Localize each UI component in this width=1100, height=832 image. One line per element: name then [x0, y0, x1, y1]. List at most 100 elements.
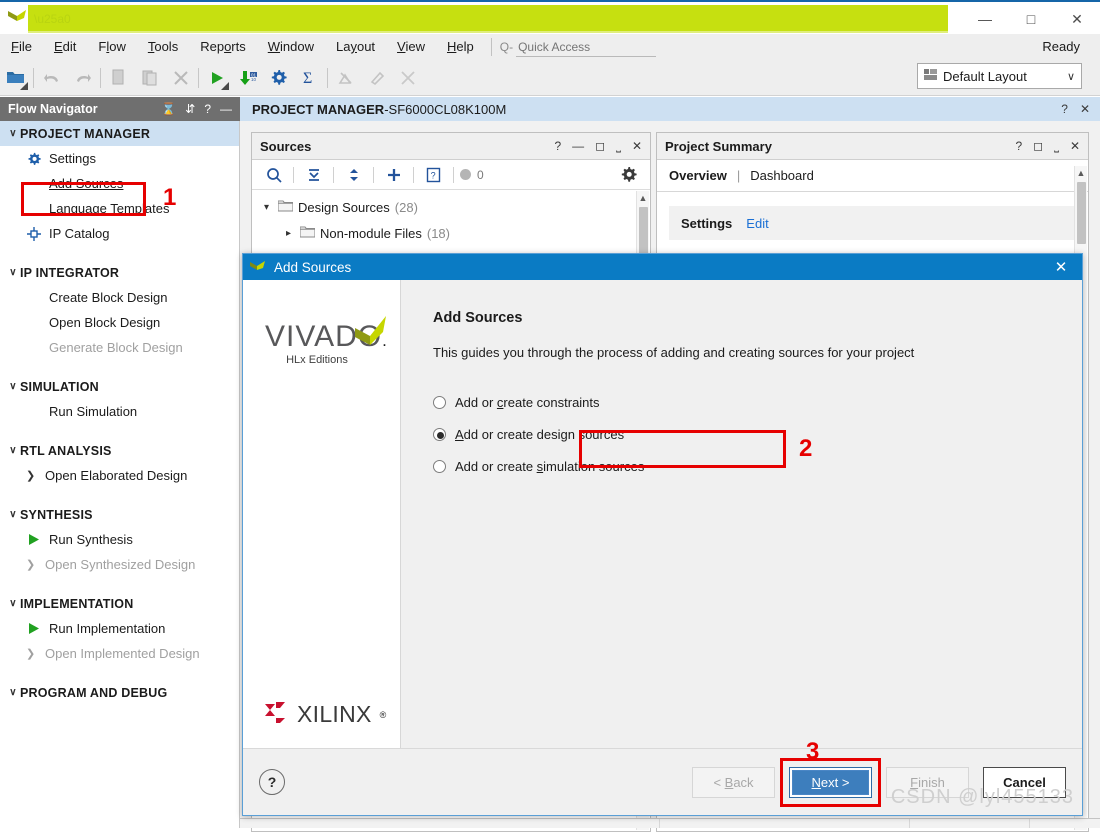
tab-overview[interactable]: Overview: [669, 168, 727, 183]
help-icon[interactable]: ?: [554, 139, 561, 154]
flownav-item-open-block-design[interactable]: Open Block Design: [0, 310, 239, 335]
download-bitstream-icon[interactable]: 01 10: [232, 63, 263, 93]
close-icon[interactable]: ✕: [1070, 139, 1080, 154]
flownav-section-simulation[interactable]: ∨ SIMULATION: [0, 374, 239, 399]
menu-tools[interactable]: Tools: [137, 35, 189, 59]
menu-edit[interactable]: Edit: [43, 35, 87, 59]
help-icon[interactable]: ?: [1015, 139, 1022, 154]
flownav-item-settings[interactable]: Settings: [0, 146, 239, 171]
tab-dashboard[interactable]: Dashboard: [750, 168, 814, 183]
sources-panel-title: Sources: [260, 138, 312, 154]
dialog-help-button[interactable]: ?: [259, 769, 285, 795]
radio-button[interactable]: [433, 395, 446, 409]
scrollbar-thumb[interactable]: [1077, 182, 1086, 244]
add-or-create-simulation-sources[interactable]: Add or create simulation sources: [433, 450, 1082, 482]
menu-file[interactable]: File: [0, 35, 43, 59]
open-project-icon[interactable]: [0, 63, 31, 93]
maximize-button[interactable]: □: [1008, 2, 1054, 36]
clear-marks-icon[interactable]: [392, 63, 423, 93]
minimize-icon[interactable]: —: [572, 139, 584, 154]
flownav-item-label: Run Implementation: [49, 621, 166, 636]
chevron-right-icon: ❯: [26, 470, 36, 482]
marker-icon[interactable]: [361, 63, 392, 93]
flownav-item-run-implementation[interactable]: Run Implementation: [0, 616, 239, 641]
help-icon[interactable]: ?: [1061, 102, 1068, 116]
menu-flow[interactable]: Flow: [87, 35, 136, 59]
flownav-section-synthesis[interactable]: ∨ SYNTHESIS: [0, 502, 239, 527]
radio-button[interactable]: [433, 459, 446, 473]
timing-report-icon[interactable]: [330, 63, 361, 93]
float-icon[interactable]: ⎵: [616, 139, 621, 154]
flownav-section-ip-integrator[interactable]: ∨ IP INTEGRATOR: [0, 260, 239, 285]
flownav-section-implementation[interactable]: ∨ IMPLEMENTATION: [0, 591, 239, 616]
window-controls[interactable]: — □ ✕: [962, 2, 1100, 36]
sigma-report-icon[interactable]: Σ: [294, 63, 325, 93]
expand-collapse-icon[interactable]: ⇵: [185, 102, 195, 116]
flownav-item-language-templates[interactable]: Language Templates: [0, 196, 239, 221]
flownav-item-ip-catalog[interactable]: IP Catalog: [0, 221, 239, 246]
chevron-right-icon[interactable]: ▸: [282, 228, 295, 239]
flownav-item-label: Add Sources: [49, 176, 124, 191]
maximize-icon[interactable]: ◻: [595, 139, 605, 154]
menu-layout[interactable]: Layout: [325, 35, 386, 59]
flownav-section-program-and-debug[interactable]: ∨ PROGRAM AND DEBUG: [0, 680, 239, 705]
menu-view[interactable]: View: [386, 35, 436, 59]
add-sources-plus-icon[interactable]: [380, 163, 407, 187]
delete-icon[interactable]: [165, 63, 196, 93]
minimize-button[interactable]: —: [962, 2, 1008, 36]
dialog-titlebar: Add Sources ✕: [243, 254, 1082, 280]
scroll-up-icon[interactable]: ▲: [1075, 166, 1087, 180]
scroll-up-icon[interactable]: ▲: [637, 191, 649, 205]
close-button[interactable]: ✕: [1054, 2, 1100, 36]
sources-count-label: 0: [477, 167, 484, 182]
minimize-icon[interactable]: —: [220, 102, 232, 116]
gear-icon[interactable]: [615, 163, 642, 187]
toolbar-divider: [333, 166, 334, 183]
flownav-item-create-block-design[interactable]: Create Block Design: [0, 285, 239, 310]
button-label: < Back: [713, 774, 754, 790]
add-or-create-design-sources[interactable]: Add or create design sources: [433, 418, 1082, 450]
quick-access-input[interactable]: [516, 37, 657, 57]
run-icon[interactable]: [201, 63, 232, 93]
menu-reports[interactable]: Reports: [189, 35, 257, 59]
close-icon[interactable]: ✕: [632, 139, 642, 154]
summary-settings-edit-link[interactable]: Edit: [746, 216, 768, 231]
maximize-icon[interactable]: ◻: [1033, 139, 1043, 154]
float-icon[interactable]: ⎵: [1054, 139, 1059, 154]
layout-select[interactable]: Default Layout ∨: [917, 63, 1082, 89]
quick-access-wrap[interactable]: Q-: [500, 37, 657, 57]
redo-icon[interactable]: [67, 63, 98, 93]
button-label: Next >: [811, 774, 850, 790]
tree-row[interactable]: ▾ Design Sources (28): [260, 194, 650, 220]
flownav-section-rtl-analysis[interactable]: ∨ RTL ANALYSIS: [0, 438, 239, 463]
flownav-item-open-elaborated-design[interactable]: ❯ Open Elaborated Design: [0, 463, 239, 488]
tree-row[interactable]: ▸ Non-module Files (18): [260, 220, 650, 246]
chevron-down-icon[interactable]: ▾: [260, 202, 273, 213]
dialog-close-button[interactable]: ✕: [1046, 254, 1076, 280]
menu-window[interactable]: Window: [257, 35, 325, 59]
expand-all-icon[interactable]: [340, 163, 367, 187]
flownav-item-run-synthesis[interactable]: Run Synthesis: [0, 527, 239, 552]
vivado-logo-icon: [4, 5, 30, 31]
help-icon[interactable]: ?: [204, 102, 211, 116]
dialog-footer: ? < Back Next > Finish Cancel CSDN @lyl4551…: [243, 748, 1082, 815]
copy-icon[interactable]: [103, 63, 134, 93]
flownav-item-run-simulation[interactable]: Run Simulation: [0, 399, 239, 424]
report-icon[interactable]: ?: [420, 163, 447, 187]
undo-icon[interactable]: [36, 63, 67, 93]
paste-icon[interactable]: [134, 63, 165, 93]
main-toolbar: 01 10 Σ Default Layout ∨: [0, 60, 1100, 96]
source-type-radio-group: Add or create constraints Add or create d…: [433, 386, 1082, 482]
search-icon[interactable]: [260, 163, 287, 187]
collapse-all-icon[interactable]: [300, 163, 327, 187]
add-or-create-constraints[interactable]: Add or create constraints: [433, 386, 1082, 418]
settings-gear-icon[interactable]: [263, 63, 294, 93]
radio-button[interactable]: [433, 427, 446, 441]
close-icon[interactable]: ✕: [1080, 102, 1090, 116]
flownav-item-add-sources[interactable]: Add Sources: [0, 171, 239, 196]
menu-help[interactable]: Help: [436, 35, 485, 59]
next-button[interactable]: Next >: [789, 766, 872, 798]
flownav-section-project-manager[interactable]: ∨ PROJECT MANAGER: [0, 121, 239, 146]
collapse-all-icon[interactable]: ⌛: [161, 102, 176, 116]
